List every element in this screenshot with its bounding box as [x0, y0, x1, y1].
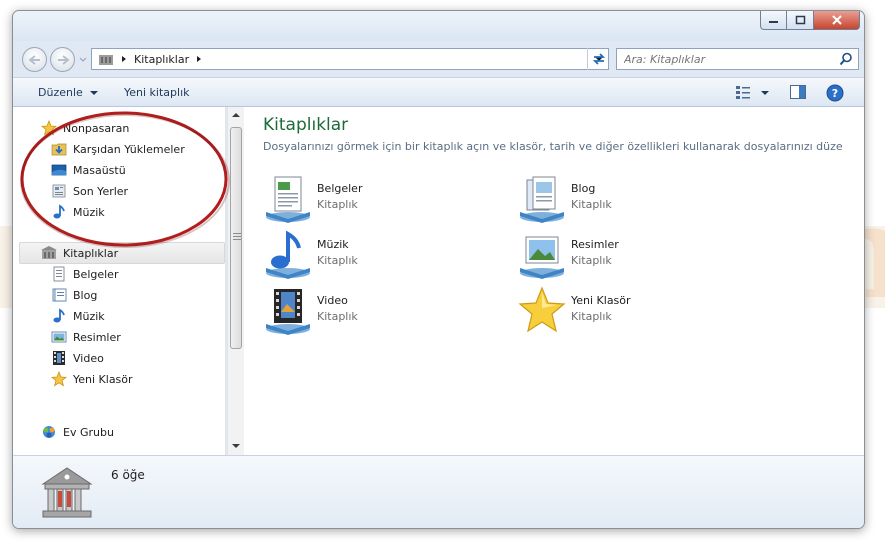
nav-item-music[interactable]: Müzik [50, 306, 105, 326]
nav-item-blog[interactable]: Blog [50, 285, 97, 305]
star-icon [51, 371, 67, 387]
nav-favorites[interactable]: Nonpasaran [40, 118, 129, 138]
search-icon[interactable] [839, 52, 853, 66]
help-icon: ? [826, 84, 844, 102]
libraries-icon [41, 246, 57, 259]
scroll-up-icon[interactable] [232, 112, 240, 118]
scroll-thumb[interactable] [230, 127, 242, 349]
search-box[interactable] [616, 48, 859, 70]
documents-icon [53, 266, 65, 282]
page-description: Dosyalarınızı görmek için bir kitaplık a… [263, 140, 843, 153]
navigation-pane: Nonpasaran Karşıdan Yüklemeler Masaüstü … [13, 107, 226, 455]
library-item-blog[interactable]: Blog Kitaplık [517, 174, 757, 228]
maximize-button[interactable] [787, 11, 814, 30]
music-note-icon [53, 204, 65, 219]
preview-pane-button[interactable] [790, 84, 806, 103]
back-button[interactable] [22, 47, 47, 72]
forward-button[interactable] [50, 47, 75, 72]
nav-libraries[interactable]: Kitaplıklar [40, 243, 118, 263]
organize-label: Düzenle [38, 86, 83, 99]
new-library-button[interactable]: Yeni kitaplık [124, 86, 190, 99]
blog-library-icon [520, 176, 564, 223]
nav-item-recent-places[interactable]: Son Yerler [50, 181, 128, 201]
preview-pane-icon [790, 85, 806, 99]
search-input[interactable] [617, 49, 832, 69]
libraries-small-icon [99, 55, 113, 65]
address-path: Kitaplıklar [98, 52, 203, 66]
chevron-down-icon [90, 91, 99, 95]
title-bar [13, 11, 864, 41]
nav-favorites-label: Nonpasaran [63, 121, 130, 135]
address-row: Kitaplıklar [13, 43, 864, 73]
library-item-documents[interactable]: Belgeler Kitaplık [263, 174, 503, 228]
video-icon [53, 351, 65, 365]
library-item-music[interactable]: Müzik Kitaplık [263, 230, 503, 284]
recent-places-icon [52, 184, 66, 198]
svg-text:?: ? [832, 87, 838, 100]
grip-icon [233, 233, 241, 240]
change-view-button[interactable] [735, 84, 769, 105]
minimize-button[interactable] [760, 11, 787, 30]
page-title: Kitaplıklar [263, 115, 349, 135]
refresh-button[interactable] [587, 48, 609, 70]
breadcrumb-libraries[interactable]: Kitaplıklar [134, 53, 189, 66]
nav-item-downloads[interactable]: Karşıdan Yüklemeler [50, 139, 185, 159]
pictures-icon [51, 331, 67, 343]
nav-libraries-label: Kitaplıklar [63, 246, 119, 260]
close-icon [831, 15, 842, 25]
blog-icon [52, 288, 67, 302]
homegroup-icon [43, 426, 55, 438]
address-bar[interactable]: Kitaplıklar [91, 48, 609, 70]
star-library-icon [518, 286, 566, 333]
recent-pages-chevron-icon[interactable] [79, 57, 87, 63]
pictures-library-icon [520, 236, 564, 279]
libraries-large-icon [41, 467, 93, 518]
library-item-pictures[interactable]: Resimler Kitaplık [517, 230, 757, 284]
nav-item-music-favorite[interactable]: Müzik [50, 202, 105, 222]
video-library-icon [266, 289, 310, 335]
breadcrumb-arrow-icon[interactable] [120, 55, 128, 63]
favorites-star-icon [41, 120, 57, 136]
breadcrumb-arrow-icon[interactable] [195, 55, 203, 63]
view-options-icon [736, 86, 769, 99]
help-button[interactable]: ? [826, 84, 844, 105]
content-pane: Kitaplıklar Dosyalarınızı görmek için bi… [244, 107, 864, 455]
nav-homegroup[interactable]: Ev Grubu [40, 422, 114, 442]
desktop-icon [51, 164, 67, 176]
nav-item-video[interactable]: Video [50, 348, 104, 368]
organize-menu[interactable]: Düzenle [38, 86, 99, 99]
nav-scrollbar[interactable] [227, 107, 244, 455]
nav-item-desktop[interactable]: Masaüstü [50, 160, 126, 180]
music-note-icon [53, 308, 65, 323]
library-item-new-folder[interactable]: Yeni Klasör Kitaplık [517, 286, 757, 340]
minimize-icon [769, 21, 778, 23]
library-item-video[interactable]: Video Kitaplık [263, 286, 503, 340]
explorer-window: Kitaplıklar Düzenle Yeni kitaplık [12, 10, 865, 529]
window-buttons [760, 11, 860, 30]
maximize-icon [795, 15, 805, 25]
nav-item-pictures[interactable]: Resimler [50, 327, 121, 347]
details-pane: 6 öğe [13, 455, 864, 528]
music-library-icon [266, 230, 310, 279]
item-count: 6 öğe [111, 468, 145, 482]
forward-arrow-icon [57, 54, 69, 65]
nav-item-new-folder[interactable]: Yeni Klasör [50, 369, 133, 389]
downloads-folder-icon [51, 143, 67, 156]
scroll-down-icon[interactable] [232, 443, 240, 449]
refresh-icon [592, 53, 605, 65]
back-arrow-icon [28, 54, 40, 65]
close-button[interactable] [814, 11, 860, 30]
documents-library-icon [266, 176, 310, 223]
nav-item-documents[interactable]: Belgeler [50, 264, 118, 284]
command-bar: Düzenle Yeni kitaplık ? [13, 77, 864, 107]
